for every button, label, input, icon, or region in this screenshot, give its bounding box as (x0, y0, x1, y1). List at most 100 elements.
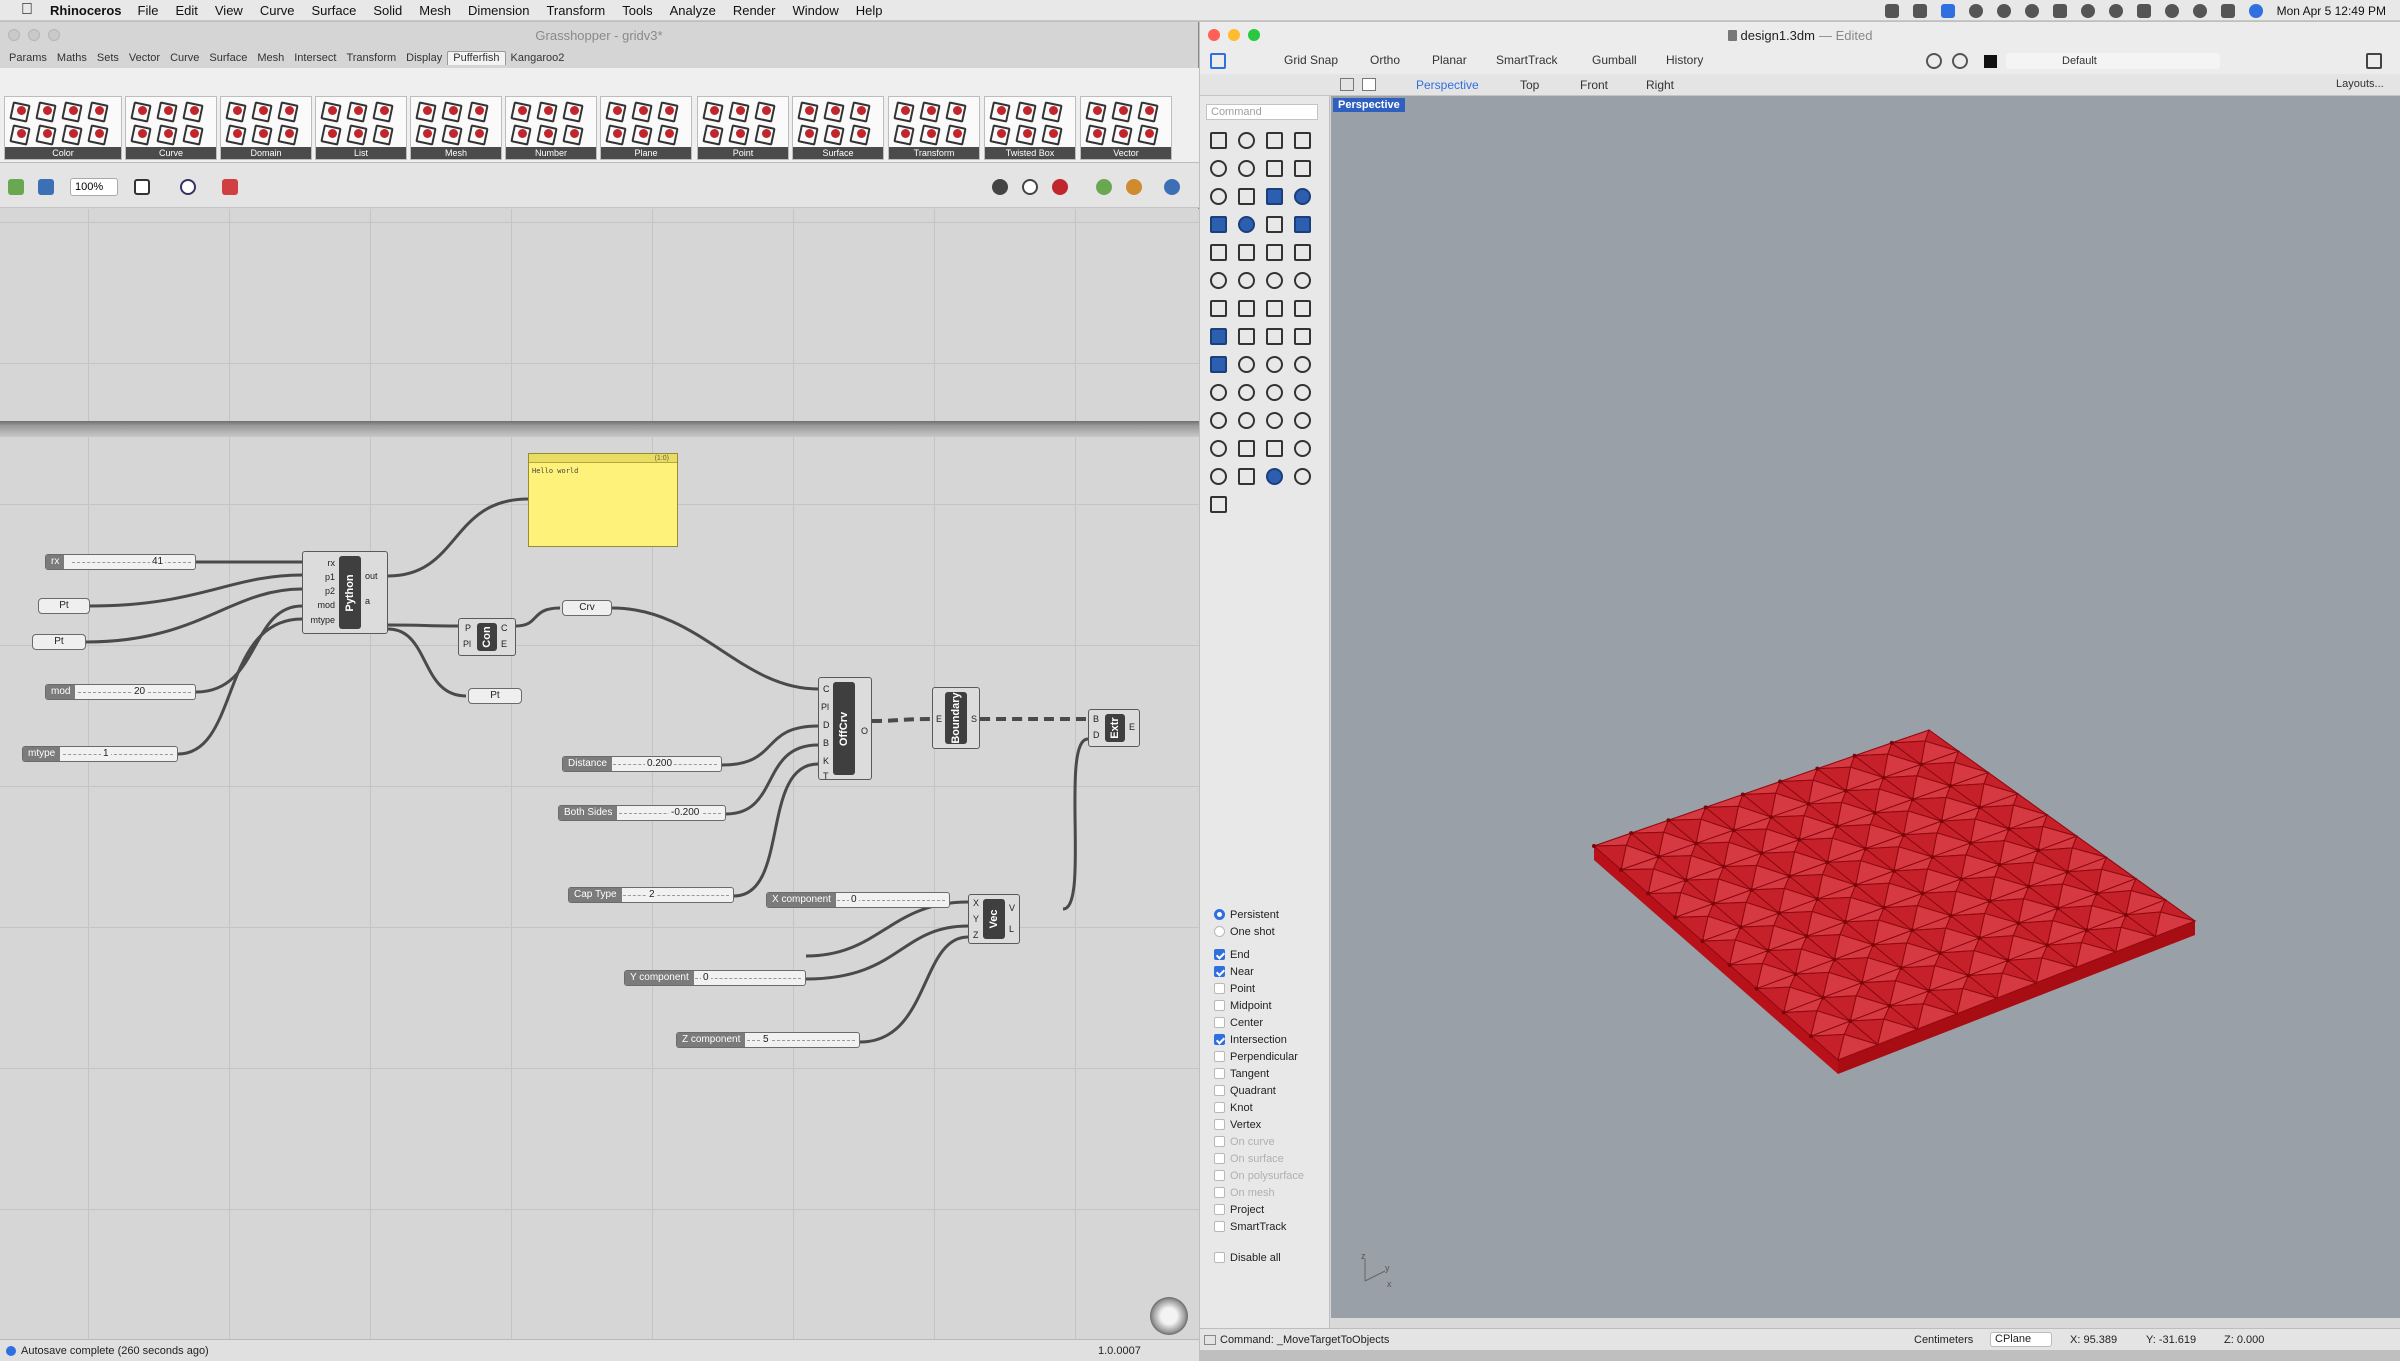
output-a[interactable]: a (365, 596, 370, 606)
component-icon[interactable] (604, 123, 626, 144)
output-e[interactable]: E (1129, 722, 1135, 732)
component-icon[interactable] (1110, 100, 1132, 121)
material-icon[interactable] (1952, 53, 1968, 69)
zoom-extents-icon[interactable] (1262, 380, 1284, 402)
component-icon[interactable] (250, 100, 272, 121)
slider-distance[interactable]: Distance 0.200 (562, 756, 722, 772)
component-icon[interactable] (466, 100, 488, 121)
menu-transform[interactable]: Transform (546, 3, 605, 18)
loft-tool-icon[interactable] (1290, 184, 1312, 206)
input-p2[interactable]: p2 (325, 586, 335, 596)
preview-wire-icon[interactable] (1022, 179, 1038, 195)
slider-cap-type[interactable]: Cap Type 2 (568, 887, 734, 903)
component-icon[interactable] (604, 100, 626, 121)
slider-mod[interactable]: mod 20 (45, 684, 196, 700)
menu-help[interactable]: Help (856, 3, 883, 18)
component-icon[interactable] (1136, 123, 1158, 144)
red-lattice-mesh[interactable] (1331, 96, 2400, 1318)
arc-tool-icon[interactable] (1206, 184, 1228, 206)
slider-value[interactable]: 0 (849, 893, 859, 907)
move-tool-icon[interactable] (1206, 296, 1228, 318)
solver-icon[interactable] (1164, 179, 1180, 195)
python-component[interactable]: Python rx p1 p2 mod mtype out a (302, 551, 388, 634)
menu-view[interactable]: View (215, 3, 243, 18)
slider-value[interactable]: -0.200 (669, 806, 702, 820)
tab-intersect[interactable]: Intersect (289, 52, 341, 65)
group-label[interactable]: Point (698, 147, 788, 159)
rotate-tool-icon[interactable] (1290, 296, 1312, 318)
grid-array-icon[interactable] (1262, 324, 1284, 346)
point-tool-icon[interactable] (1234, 128, 1256, 150)
checkbox[interactable] (1214, 1119, 1225, 1130)
osnap-perpendicular[interactable]: Perpendicular (1200, 1048, 1330, 1065)
component-icon[interactable] (701, 100, 723, 121)
viewport-properties-icon[interactable] (1290, 408, 1312, 430)
rectangle-tool-icon[interactable] (1290, 128, 1312, 150)
checkbox[interactable] (1214, 1085, 1225, 1096)
group-label[interactable]: Curve (126, 147, 216, 159)
extrude-tool-icon[interactable] (1290, 212, 1312, 234)
tab-front[interactable]: Front (1580, 78, 1608, 92)
clock-text[interactable]: Mon Apr 5 12:49 PM (2277, 4, 2386, 18)
minimize-button[interactable] (28, 29, 40, 41)
input-e[interactable]: E (936, 714, 942, 724)
component-icon[interactable] (86, 100, 108, 121)
component-icon[interactable] (727, 123, 749, 144)
input-d[interactable]: D (823, 720, 830, 730)
zoom-window-icon[interactable] (1234, 380, 1256, 402)
cplane-dropdown[interactable]: CPlane (1990, 1332, 2052, 1347)
preview-selected-icon[interactable] (1096, 179, 1112, 195)
tab-display[interactable]: Display (401, 52, 447, 65)
check-tool-icon[interactable] (1234, 352, 1256, 374)
osnap-tangent[interactable]: Tangent (1200, 1065, 1330, 1082)
component-icon[interactable] (34, 123, 56, 144)
layer-dropdown[interactable]: Default (2006, 53, 2220, 69)
slider-rx[interactable]: rx 41 (45, 554, 196, 570)
input-x[interactable]: X (973, 898, 979, 908)
component-icon[interactable] (371, 100, 393, 121)
polygon-tool-icon[interactable] (1290, 156, 1312, 178)
checkbox[interactable] (1214, 1034, 1225, 1045)
input-b[interactable]: B (823, 738, 829, 748)
slider-mtype[interactable]: mtype 1 (22, 746, 178, 762)
point-param[interactable]: Pt (468, 688, 522, 704)
component-icon[interactable] (60, 123, 82, 144)
menu-dimension[interactable]: Dimension (468, 3, 529, 18)
input-rx[interactable]: rx (328, 558, 336, 568)
component-icon[interactable] (630, 123, 652, 144)
preview-shaded-icon[interactable] (1052, 179, 1068, 195)
zoom-extents-icon[interactable] (134, 179, 150, 195)
component-icon[interactable] (224, 123, 246, 144)
light-tool-icon[interactable] (1262, 240, 1284, 262)
component-icon[interactable] (181, 123, 203, 144)
component-icon[interactable] (753, 123, 775, 144)
tab-pufferfish[interactable]: Pufferfish (447, 51, 506, 65)
component-icon[interactable] (440, 100, 462, 121)
screen-icon[interactable] (1912, 3, 1927, 18)
planar-toggle[interactable]: Planar (1432, 53, 1467, 67)
play-icon[interactable] (1996, 3, 2011, 18)
grasshopper-canvas[interactable]: (1:0) Hello world rx 41 Pt Pt mod 20 mty… (0, 209, 1199, 1339)
slider-value[interactable]: 5 (761, 1033, 771, 1047)
line-tool-icon[interactable] (1290, 240, 1312, 262)
minimize-button[interactable] (1228, 29, 1240, 41)
component-icon[interactable] (276, 123, 298, 144)
named-view-icon[interactable] (1262, 408, 1284, 430)
tab-perspective[interactable]: Perspective (1416, 78, 1479, 92)
checkbox[interactable] (1214, 1102, 1225, 1113)
text-tool-icon[interactable] (1290, 324, 1312, 346)
component-icon[interactable] (701, 123, 723, 144)
smarttrack-toggle[interactable]: SmartTrack (1496, 53, 1558, 67)
glasses-icon[interactable] (2052, 3, 2067, 18)
component-icon[interactable] (535, 123, 557, 144)
preview-eye-icon[interactable] (180, 179, 196, 195)
component-icon[interactable] (944, 100, 966, 121)
mesh-tool-icon[interactable] (1206, 240, 1228, 262)
checkbox[interactable] (1214, 1252, 1225, 1263)
menu-file[interactable]: File (138, 3, 159, 18)
component-icon[interactable] (86, 123, 108, 144)
component-icon[interactable] (155, 123, 177, 144)
component-icon[interactable] (319, 123, 341, 144)
tab-kangaroo2[interactable]: Kangaroo2 (506, 52, 570, 65)
component-icon[interactable] (181, 100, 203, 121)
